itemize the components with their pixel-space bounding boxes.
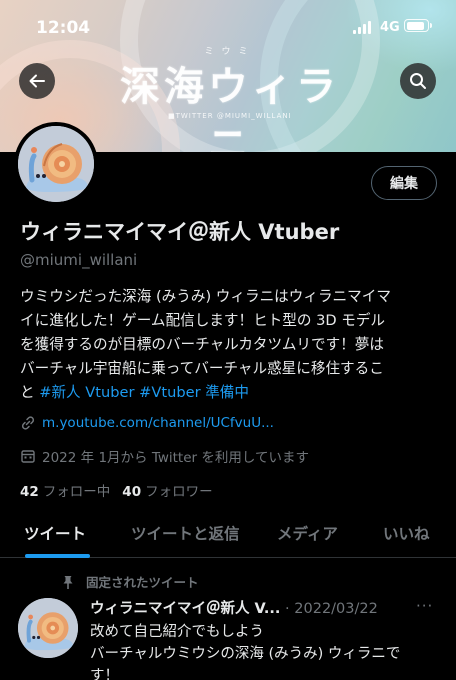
bio-line: ウミウシだった深海 (みうみ) ウィラニはウィラニマイマ — [20, 288, 391, 305]
profile-website-link[interactable]: m.youtube.com/channel/UCfvuU... — [42, 415, 274, 431]
banner-twitter-text: ■TWITTER @MIUMI_WILLANI — [168, 112, 292, 120]
hashtag-link[interactable]: #Vtuber 準備中 — [139, 384, 249, 401]
tweet-body[interactable]: 改めて自己紹介でもしよう バーチャルウミウシの深海 (みうみ) ウィラニで す！ — [90, 621, 440, 680]
pin-icon — [60, 574, 76, 590]
hashtag-link[interactable]: #新人 Vtuber — [39, 384, 134, 401]
edit-profile-button[interactable]: 編集 — [371, 166, 437, 200]
tweet-author-name[interactable]: ウィラニマイマイ＠新人 V... — [90, 601, 280, 617]
pinned-label: 固定されたツイート — [86, 575, 199, 590]
back-button[interactable] — [19, 63, 55, 99]
calendar-icon — [20, 448, 36, 464]
active-tab-indicator — [25, 554, 90, 558]
arrow-left-icon — [29, 74, 45, 88]
tweet-avatar[interactable] — [18, 598, 78, 658]
snail-avatar-image — [18, 598, 78, 658]
followers-link[interactable]: 40 フォロワー — [122, 484, 212, 500]
followers-count: 40 — [122, 484, 142, 500]
tab-likes[interactable]: いいね — [383, 522, 430, 544]
bio-line: バーチャル宇宙船に乗ってバーチャル惑星に移住するこ — [20, 360, 384, 377]
more-options-icon[interactable]: ··· — [416, 597, 433, 615]
network-type: 4G — [380, 20, 400, 35]
profile-bio: ウミウシだった深海 (みうみ) ウィラニはウィラニマイマ イに進化した！ゲーム配… — [20, 285, 440, 405]
following-link[interactable]: 42 フォロー中 — [20, 484, 110, 500]
tweet-date[interactable]: · 2022/03/22 — [285, 601, 378, 617]
tweet-header: ウィラニマイマイ＠新人 V... · 2022/03/22 — [90, 597, 440, 618]
profile-avatar[interactable] — [14, 122, 98, 206]
search-button[interactable] — [400, 63, 436, 99]
link-icon — [20, 415, 36, 431]
joined-date: 2022 年 1月から Twitter を利用しています — [42, 450, 309, 466]
banner-logo: 深海ウィラニ — [120, 64, 340, 152]
display-name: ウィラニマイマイ＠新人 Vtuber — [20, 220, 340, 244]
follow-stats: 42 フォロー中 40 フォロワー — [20, 480, 213, 500]
pinned-indicator: 固定されたツイート — [60, 572, 199, 591]
profile-link-row: m.youtube.com/channel/UCfvuU... — [20, 415, 274, 431]
following-count: 42 — [20, 484, 39, 500]
tab-tweets-replies[interactable]: ツイートと返信 — [131, 522, 240, 544]
bio-line: イに進化した！ゲーム配信します！ヒト型の 3D モデル — [20, 312, 386, 329]
followers-label: フォロワー — [145, 484, 213, 500]
bio-line: を獲得するのが目標のバーチャルカタツムリです！夢は — [20, 336, 384, 353]
status-bar: 12:04 4G — [0, 0, 456, 40]
signal-icon — [353, 21, 373, 34]
tab-tweets[interactable]: ツイート — [24, 522, 86, 544]
tweet-text-line: す！ — [90, 668, 119, 680]
status-time: 12:04 — [36, 18, 91, 38]
profile-tabs: ツイート ツイートと返信 メディア いいね — [0, 514, 456, 558]
user-handle: @miumi_willani — [20, 251, 138, 269]
tweet-text-line: 改めて自己紹介でもしよう — [90, 624, 264, 640]
battery-icon — [404, 19, 432, 32]
tab-media[interactable]: メディア — [277, 522, 338, 544]
snail-avatar-image — [18, 126, 94, 202]
tweet-text-line: バーチャルウミウシの深海 (みうみ) ウィラニで — [90, 646, 401, 662]
bio-line-last: と #新人 Vtuber #Vtuber 準備中 — [20, 381, 440, 405]
following-label: フォロー中 — [42, 484, 111, 500]
search-icon — [410, 73, 426, 89]
joined-row: 2022 年 1月から Twitter を利用しています — [20, 446, 309, 466]
bio-text: と — [20, 384, 40, 401]
